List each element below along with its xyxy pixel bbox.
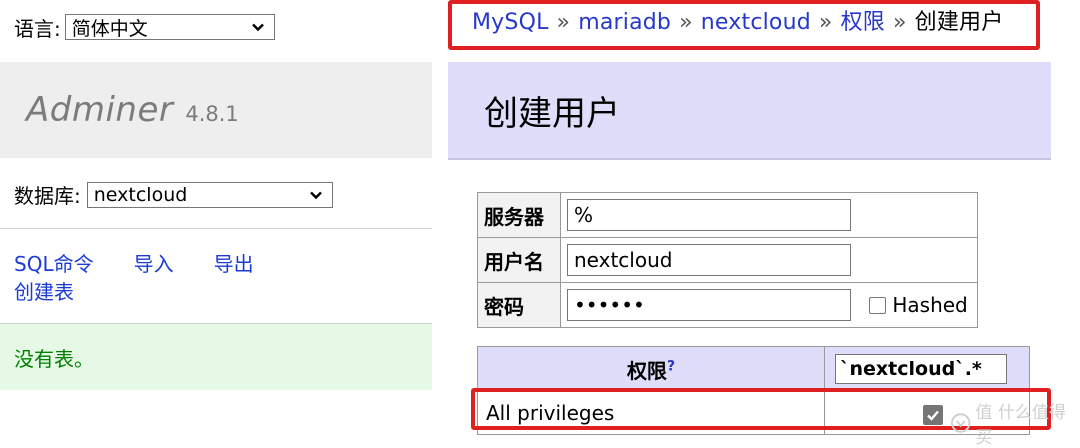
chevron-down-icon xyxy=(251,23,264,32)
app-version[interactable]: 4.8.1 xyxy=(185,94,238,126)
privileges-scope-input[interactable]: `nextcloud`.* xyxy=(835,354,1007,384)
password-cell: •••••• Hashed xyxy=(560,282,978,328)
privileges-help-link[interactable]: ? xyxy=(667,358,675,374)
privileges-header: 权限? xyxy=(477,346,825,392)
sql-command-link[interactable]: SQL命令 xyxy=(14,252,94,276)
privileges-header-text: 权限 xyxy=(626,358,667,383)
database-label: 数据库: xyxy=(14,184,81,208)
database-row: 数据库: nextcloud xyxy=(14,180,333,209)
page-title: 创建用户 xyxy=(484,93,620,134)
language-label: 语言: xyxy=(14,16,61,41)
database-select-value: nextcloud xyxy=(93,183,188,206)
hashed-label: Hashed xyxy=(892,293,968,317)
username-cell: nextcloud xyxy=(560,237,978,283)
no-tables-message: 没有表。 xyxy=(0,324,432,390)
privileges-scope-cell: `nextcloud`.* xyxy=(824,346,1030,392)
user-form-table: 服务器 % 用户名 nextcloud 密码 •••••• Hashed xyxy=(477,192,978,328)
highlight-box-breadcrumb xyxy=(448,0,1040,50)
password-input[interactable]: •••••• xyxy=(567,289,851,321)
app-name[interactable]: Adminer xyxy=(26,90,173,130)
language-select[interactable]: 简体中文 xyxy=(64,14,275,40)
create-table-link[interactable]: 创建表 xyxy=(14,280,74,304)
import-link[interactable]: 导入 xyxy=(134,252,174,276)
watermark-logo-icon xyxy=(950,413,971,433)
watermark-text: 值 什么值得买 xyxy=(975,403,1066,448)
server-cell: % xyxy=(560,192,978,238)
server-label: 服务器 xyxy=(477,192,561,238)
page-header: 创建用户 xyxy=(448,62,1051,160)
privileges-header-row: 权限? `nextcloud`.* xyxy=(477,346,1030,392)
database-select[interactable]: nextcloud xyxy=(86,181,333,208)
divider xyxy=(0,228,432,229)
hashed-checkbox[interactable] xyxy=(869,296,887,314)
username-input[interactable]: nextcloud xyxy=(567,244,851,276)
server-row: 服务器 % xyxy=(477,192,978,238)
export-link[interactable]: 导出 xyxy=(214,252,254,276)
username-row: 用户名 nextcloud xyxy=(477,237,978,283)
no-tables-text: 没有表。 xyxy=(14,346,94,371)
language-select-value: 简体中文 xyxy=(71,17,148,40)
watermark: 值 什么值得买 xyxy=(950,398,1080,448)
language-row: 语言: 简体中文 xyxy=(14,12,275,42)
server-input[interactable]: % xyxy=(567,199,851,231)
password-row: 密码 •••••• Hashed xyxy=(477,282,978,328)
password-label: 密码 xyxy=(477,282,561,328)
database-links: SQL命令 导入 导出 创建表 xyxy=(14,250,294,306)
app-logo: Adminer 4.8.1 xyxy=(0,62,432,158)
username-label: 用户名 xyxy=(477,237,561,283)
chevron-down-icon xyxy=(309,191,322,199)
hashed-checkbox-group[interactable]: Hashed xyxy=(869,293,968,317)
